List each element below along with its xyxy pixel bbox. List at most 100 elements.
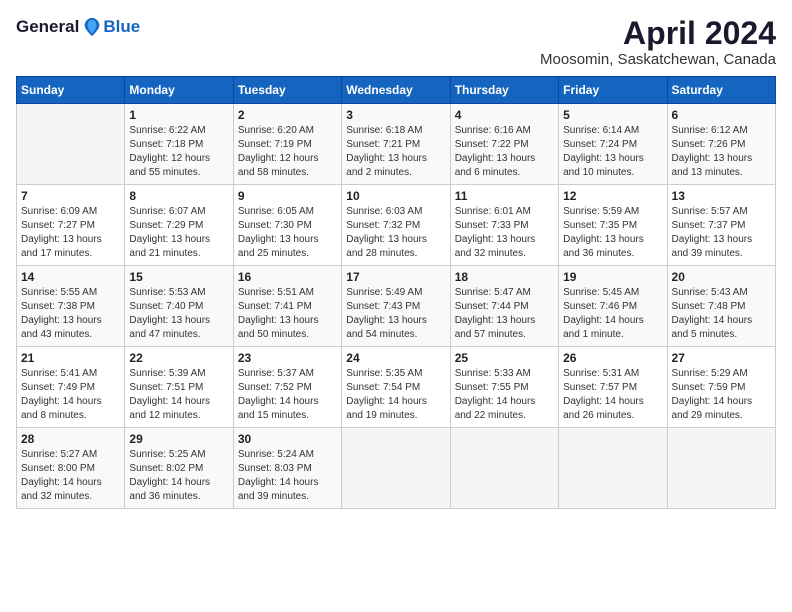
column-header-friday: Friday bbox=[559, 77, 667, 104]
calendar-cell: 14 Sunrise: 5:55 AM Sunset: 7:38 PM Dayli… bbox=[17, 266, 125, 347]
column-header-thursday: Thursday bbox=[450, 77, 558, 104]
day-info: Sunrise: 5:25 AM Sunset: 8:02 PM Dayligh… bbox=[129, 448, 228, 504]
day-number: 7 bbox=[21, 189, 120, 203]
column-header-monday: Monday bbox=[125, 77, 233, 104]
calendar-cell: 18Sunrise: 5:47 AM Sunset: 7:44 PM Dayli… bbox=[450, 266, 558, 347]
calendar-cell: 9 Sunrise: 6:05 AM Sunset: 7:30 PM Daylig… bbox=[233, 185, 341, 266]
day-info: Sunrise: 5:27 AM Sunset: 8:00 PM Dayligh… bbox=[21, 448, 120, 504]
day-number: 19 bbox=[563, 270, 662, 284]
day-info: Sunrise: 6:07 AM Sunset: 7:29 PM Dayligh… bbox=[129, 205, 228, 261]
calendar-cell: 12 Sunrise: 5:59 AM Sunset: 7:35 PM Dayli… bbox=[559, 185, 667, 266]
calendar-cell: 2Sunrise: 6:20 AM Sunset: 7:19 PM Daylig… bbox=[233, 104, 341, 185]
day-info: Sunrise: 6:01 AM Sunset: 7:33 PM Dayligh… bbox=[455, 205, 554, 261]
day-number: 23 bbox=[238, 351, 337, 365]
calendar-cell: 6Sunrise: 6:12 AM Sunset: 7:26 PM Daylig… bbox=[667, 104, 775, 185]
calendar-cell: 22Sunrise: 5:39 AM Sunset: 7:51 PM Dayli… bbox=[125, 347, 233, 428]
day-number: 25 bbox=[455, 351, 554, 365]
calendar-cell: 19Sunrise: 5:45 AM Sunset: 7:46 PM Dayli… bbox=[559, 266, 667, 347]
calendar-subtitle: Moosomin, Saskatchewan, Canada bbox=[540, 51, 776, 68]
day-info: Sunrise: 5:35 AM Sunset: 7:54 PM Dayligh… bbox=[346, 367, 445, 423]
calendar-cell: 15 Sunrise: 5:53 AM Sunset: 7:40 PM Dayli… bbox=[125, 266, 233, 347]
day-info: Sunrise: 5:24 AM Sunset: 8:03 PM Dayligh… bbox=[238, 448, 337, 504]
calendar-cell: 29 Sunrise: 5:25 AM Sunset: 8:02 PM Dayli… bbox=[125, 428, 233, 509]
day-info: Sunrise: 5:29 AM Sunset: 7:59 PM Dayligh… bbox=[672, 367, 771, 423]
calendar-cell: 24 Sunrise: 5:35 AM Sunset: 7:54 PM Dayli… bbox=[342, 347, 450, 428]
day-number: 3 bbox=[346, 108, 445, 122]
calendar-cell: 23 Sunrise: 5:37 AM Sunset: 7:52 PM Dayli… bbox=[233, 347, 341, 428]
day-number: 10 bbox=[346, 189, 445, 203]
calendar-cell: 20 Sunrise: 5:43 AM Sunset: 7:48 PM Dayli… bbox=[667, 266, 775, 347]
calendar-week-2: 7 Sunrise: 6:09 AM Sunset: 7:27 PM Daylig… bbox=[17, 185, 776, 266]
logo: General Blue bbox=[16, 16, 140, 38]
day-number: 8 bbox=[129, 189, 228, 203]
day-number: 5 bbox=[563, 108, 662, 122]
calendar-cell: 30 Sunrise: 5:24 AM Sunset: 8:03 PM Dayli… bbox=[233, 428, 341, 509]
page-header: General Blue April 2024 Moosomin, Saskat… bbox=[16, 16, 776, 68]
calendar-header-row: SundayMondayTuesdayWednesdayThursdayFrid… bbox=[17, 77, 776, 104]
day-number: 2 bbox=[238, 108, 337, 122]
calendar-cell: 3 Sunrise: 6:18 AM Sunset: 7:21 PM Daylig… bbox=[342, 104, 450, 185]
calendar-cell: 5 Sunrise: 6:14 AM Sunset: 7:24 PM Daylig… bbox=[559, 104, 667, 185]
column-header-saturday: Saturday bbox=[667, 77, 775, 104]
day-number: 14 bbox=[21, 270, 120, 284]
day-info: Sunrise: 5:49 AM Sunset: 7:43 PM Dayligh… bbox=[346, 286, 445, 342]
day-info: Sunrise: 5:41 AM Sunset: 7:49 PM Dayligh… bbox=[21, 367, 120, 423]
day-number: 12 bbox=[563, 189, 662, 203]
day-number: 9 bbox=[238, 189, 337, 203]
day-info: Sunrise: 5:37 AM Sunset: 7:52 PM Dayligh… bbox=[238, 367, 337, 423]
calendar-cell: 7 Sunrise: 6:09 AM Sunset: 7:27 PM Daylig… bbox=[17, 185, 125, 266]
calendar-cell: 16Sunrise: 5:51 AM Sunset: 7:41 PM Dayli… bbox=[233, 266, 341, 347]
calendar-cell: 27Sunrise: 5:29 AM Sunset: 7:59 PM Dayli… bbox=[667, 347, 775, 428]
day-number: 21 bbox=[21, 351, 120, 365]
calendar-cell: 17Sunrise: 5:49 AM Sunset: 7:43 PM Dayli… bbox=[342, 266, 450, 347]
calendar-week-5: 28Sunrise: 5:27 AM Sunset: 8:00 PM Dayli… bbox=[17, 428, 776, 509]
calendar-body: 1 Sunrise: 6:22 AM Sunset: 7:18 PM Daylig… bbox=[17, 104, 776, 509]
day-number: 4 bbox=[455, 108, 554, 122]
calendar-week-4: 21 Sunrise: 5:41 AM Sunset: 7:49 PM Dayli… bbox=[17, 347, 776, 428]
column-header-sunday: Sunday bbox=[17, 77, 125, 104]
day-number: 22 bbox=[129, 351, 228, 365]
day-info: Sunrise: 6:14 AM Sunset: 7:24 PM Dayligh… bbox=[563, 124, 662, 180]
day-info: Sunrise: 6:05 AM Sunset: 7:30 PM Dayligh… bbox=[238, 205, 337, 261]
calendar-cell: 13 Sunrise: 5:57 AM Sunset: 7:37 PM Dayli… bbox=[667, 185, 775, 266]
logo-general-text: General bbox=[16, 17, 79, 37]
day-number: 26 bbox=[563, 351, 662, 365]
day-info: Sunrise: 5:47 AM Sunset: 7:44 PM Dayligh… bbox=[455, 286, 554, 342]
calendar-cell bbox=[342, 428, 450, 509]
day-info: Sunrise: 5:55 AM Sunset: 7:38 PM Dayligh… bbox=[21, 286, 120, 342]
day-info: Sunrise: 5:31 AM Sunset: 7:57 PM Dayligh… bbox=[563, 367, 662, 423]
calendar-cell: 28Sunrise: 5:27 AM Sunset: 8:00 PM Dayli… bbox=[17, 428, 125, 509]
day-info: Sunrise: 6:03 AM Sunset: 7:32 PM Dayligh… bbox=[346, 205, 445, 261]
calendar-table: SundayMondayTuesdayWednesdayThursdayFrid… bbox=[16, 76, 776, 509]
day-number: 13 bbox=[672, 189, 771, 203]
calendar-title: April 2024 bbox=[540, 16, 776, 51]
day-number: 24 bbox=[346, 351, 445, 365]
calendar-cell bbox=[667, 428, 775, 509]
calendar-cell: 25Sunrise: 5:33 AM Sunset: 7:55 PM Dayli… bbox=[450, 347, 558, 428]
day-info: Sunrise: 6:09 AM Sunset: 7:27 PM Dayligh… bbox=[21, 205, 120, 261]
calendar-cell: 4 Sunrise: 6:16 AM Sunset: 7:22 PM Daylig… bbox=[450, 104, 558, 185]
calendar-cell bbox=[559, 428, 667, 509]
day-number: 20 bbox=[672, 270, 771, 284]
logo-icon bbox=[81, 16, 103, 38]
column-header-wednesday: Wednesday bbox=[342, 77, 450, 104]
day-number: 30 bbox=[238, 432, 337, 446]
calendar-cell: 21 Sunrise: 5:41 AM Sunset: 7:49 PM Dayli… bbox=[17, 347, 125, 428]
day-number: 1 bbox=[129, 108, 228, 122]
calendar-week-1: 1 Sunrise: 6:22 AM Sunset: 7:18 PM Daylig… bbox=[17, 104, 776, 185]
day-number: 6 bbox=[672, 108, 771, 122]
day-info: Sunrise: 5:43 AM Sunset: 7:48 PM Dayligh… bbox=[672, 286, 771, 342]
day-info: Sunrise: 5:59 AM Sunset: 7:35 PM Dayligh… bbox=[563, 205, 662, 261]
day-info: Sunrise: 6:16 AM Sunset: 7:22 PM Dayligh… bbox=[455, 124, 554, 180]
logo-blue-text: Blue bbox=[103, 17, 140, 37]
day-info: Sunrise: 6:18 AM Sunset: 7:21 PM Dayligh… bbox=[346, 124, 445, 180]
calendar-cell bbox=[17, 104, 125, 185]
calendar-cell: 10 Sunrise: 6:03 AM Sunset: 7:32 PM Dayli… bbox=[342, 185, 450, 266]
day-info: Sunrise: 5:57 AM Sunset: 7:37 PM Dayligh… bbox=[672, 205, 771, 261]
calendar-cell bbox=[450, 428, 558, 509]
day-info: Sunrise: 5:53 AM Sunset: 7:40 PM Dayligh… bbox=[129, 286, 228, 342]
calendar-cell: 8 Sunrise: 6:07 AM Sunset: 7:29 PM Daylig… bbox=[125, 185, 233, 266]
day-info: Sunrise: 6:22 AM Sunset: 7:18 PM Dayligh… bbox=[129, 124, 228, 180]
day-number: 15 bbox=[129, 270, 228, 284]
day-number: 29 bbox=[129, 432, 228, 446]
